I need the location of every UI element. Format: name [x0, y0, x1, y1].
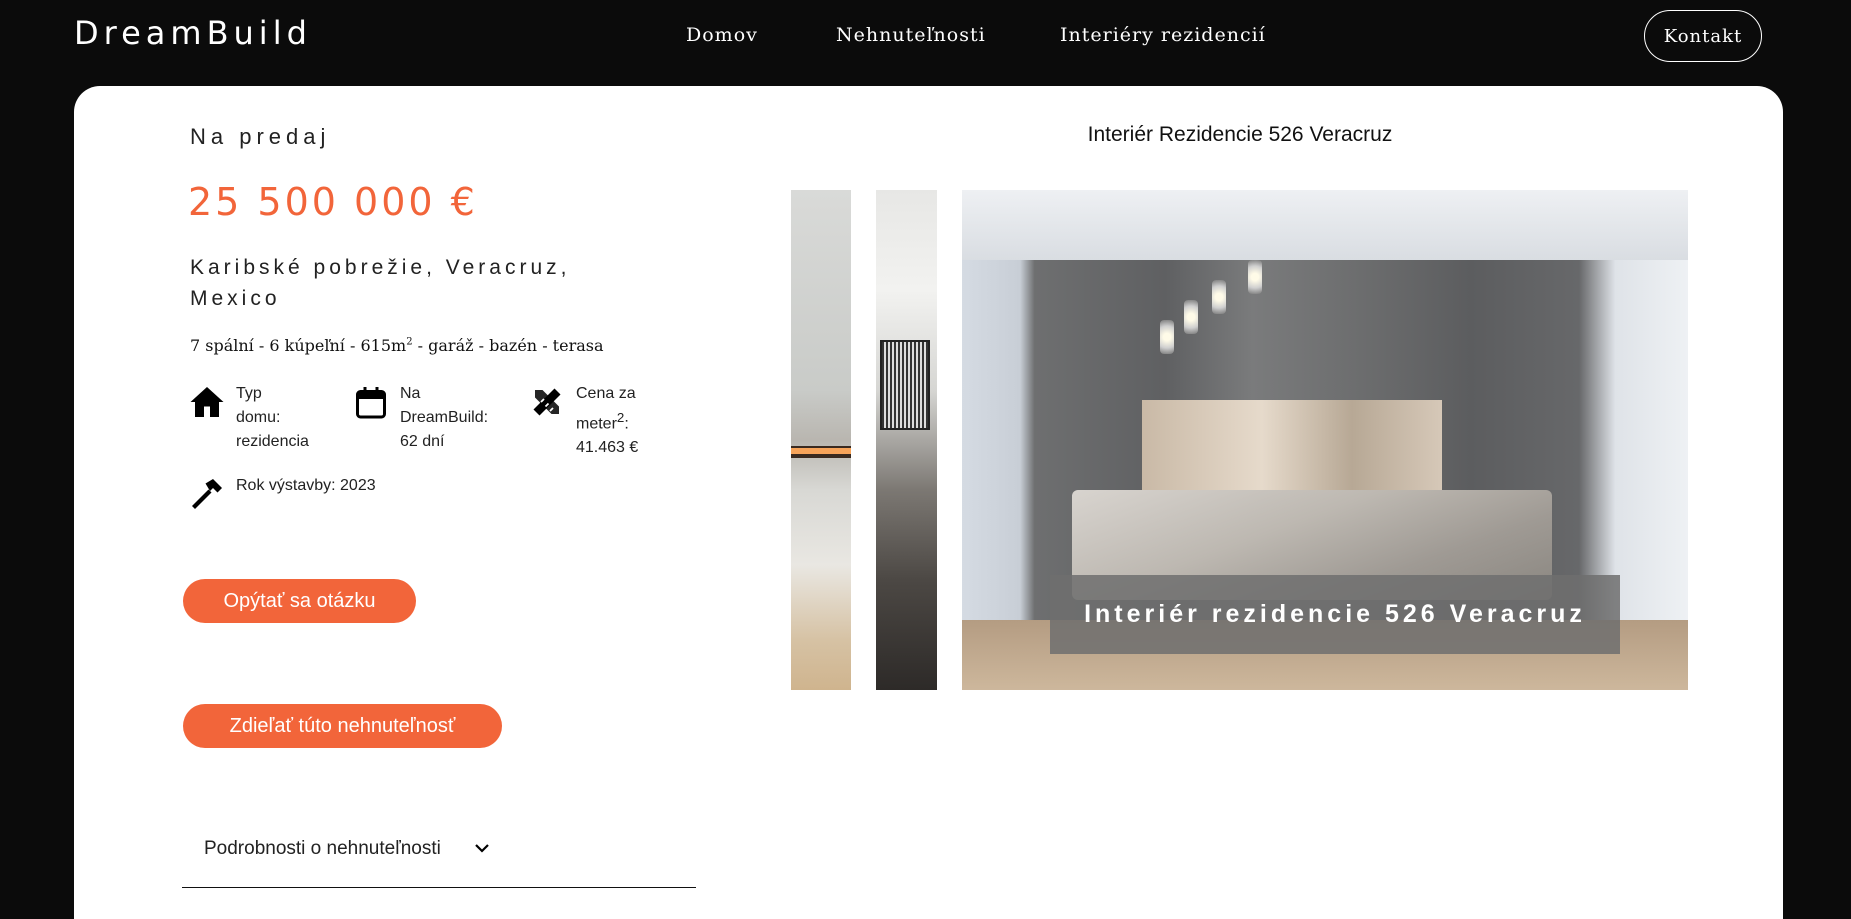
features-text-rest: - garáž - bazén - terasa [412, 336, 604, 355]
share-property-button[interactable]: Zdieľať túto nehnuteľnosť [183, 704, 502, 748]
slide-artwork [880, 340, 930, 430]
ask-question-button[interactable]: Opýtať sa otázku [183, 579, 416, 623]
gallery-caption: Interiér rezidencie 526 Veracruz [1050, 575, 1620, 654]
info-days-listed: Na DreamBuild: 62 dní [352, 382, 512, 454]
info-build-year: Rok výstavby: 2023 [188, 474, 428, 512]
slide-pendant-light [1248, 260, 1262, 294]
listing-price: 25 500 000 € [188, 180, 478, 224]
house-icon [188, 384, 226, 420]
slide-pendant-light [1212, 280, 1226, 314]
info-home-type: Typ domu: rezidencia [188, 382, 338, 454]
chevron-down-icon [474, 840, 490, 856]
property-details-toggle[interactable]: Podrobnosti o nehnuteľnosti [182, 834, 696, 888]
nav-link-home[interactable]: Domov [686, 24, 758, 46]
slide-pendant-light [1160, 320, 1174, 354]
ruler-pencil-icon [528, 384, 566, 420]
listing-features: 7 spální - 6 kúpeľní - 615m2 - garáž - b… [190, 336, 604, 355]
info-price-per-meter-text: Cena za meter2: 41.463 € [576, 382, 638, 460]
features-text: 7 spální - 6 kúpeľní - 615m [190, 336, 407, 355]
property-details-label: Podrobnosti o nehnuteľnosti [204, 838, 441, 859]
gallery-slide-previous-1[interactable] [791, 190, 851, 690]
info-price-per-meter: Cena za meter2: 41.463 € [528, 382, 658, 460]
top-navigation: DreamBuild Domov Nehnuteľnosti Interiéry… [0, 0, 1851, 86]
hammer-icon [188, 476, 226, 512]
gallery-slide-previous-2[interactable] [876, 190, 937, 690]
nav-link-properties[interactable]: Nehnuteľnosti [836, 24, 986, 46]
info-home-type-text: Typ domu: rezidencia [236, 385, 309, 450]
calendar-icon [352, 384, 390, 420]
brand-logo[interactable]: DreamBuild [74, 14, 312, 52]
listing-status: Na predaj [190, 124, 331, 149]
listing-location: Karibské pobrežie, Veracruz, Mexico [190, 256, 571, 310]
info-build-year-text: Rok výstavby: 2023 [236, 477, 376, 494]
info-days-listed-text: Na DreamBuild: 62 dní [400, 385, 489, 450]
slide-light [791, 448, 851, 454]
gallery-title: Interiér Rezidencie 526 Veracruz [1087, 123, 1393, 146]
nav-link-interiors[interactable]: Interiéry rezidencií [1060, 24, 1266, 46]
contact-button[interactable]: Kontakt [1644, 10, 1762, 62]
slide-pendant-light [1184, 300, 1198, 334]
slide-ceiling [962, 190, 1688, 260]
